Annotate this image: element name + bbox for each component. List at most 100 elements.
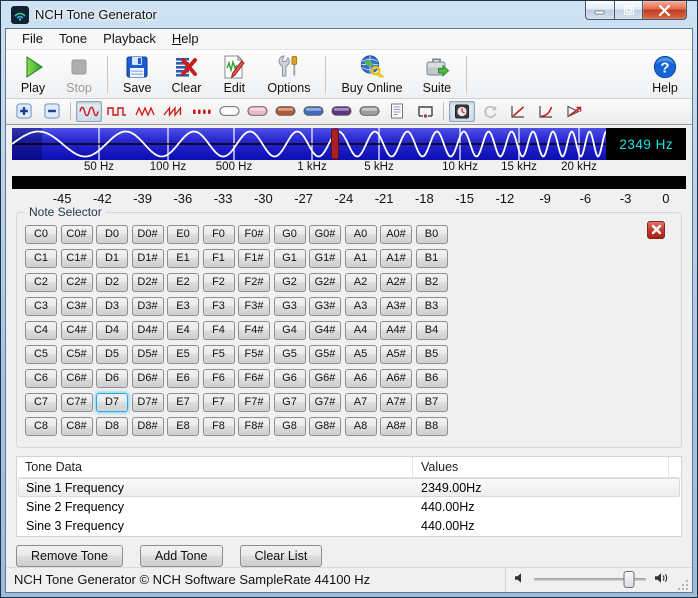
note-button-g0sharp[interactable]: G0# xyxy=(309,225,341,244)
note-button-b1[interactable]: B1 xyxy=(416,249,448,268)
note-button-c4sharp[interactable]: C4# xyxy=(61,321,93,340)
note-button-e5[interactable]: E5 xyxy=(167,345,199,364)
note-button-d0[interactable]: D0 xyxy=(96,225,128,244)
note-button-g6sharp[interactable]: G6# xyxy=(309,369,341,388)
note-button-f5[interactable]: F5 xyxy=(203,345,235,364)
note-button-g5sharp[interactable]: G5# xyxy=(309,345,341,364)
note-button-a6[interactable]: A6 xyxy=(345,369,377,388)
note-button-c0[interactable]: C0 xyxy=(25,225,57,244)
note-button-f0sharp[interactable]: F0# xyxy=(238,225,270,244)
note-button-f1[interactable]: F1 xyxy=(203,249,235,268)
note-button-c7sharp[interactable]: C7# xyxy=(61,393,93,412)
note-button-d8sharp[interactable]: D8# xyxy=(132,417,164,436)
menu-tone[interactable]: Tone xyxy=(51,29,95,48)
note-button-g4[interactable]: G4 xyxy=(274,321,306,340)
note-button-c4[interactable]: C4 xyxy=(25,321,57,340)
note-button-g0[interactable]: G0 xyxy=(274,225,306,244)
note-button-b7[interactable]: B7 xyxy=(416,393,448,412)
minimize-button[interactable] xyxy=(585,1,614,20)
note-button-f4[interactable]: F4 xyxy=(203,321,235,340)
note-button-a6sharp[interactable]: A6# xyxy=(380,369,412,388)
timer-button[interactable] xyxy=(449,101,475,122)
speaker-loud-icon[interactable] xyxy=(654,571,670,589)
note-button-f8sharp[interactable]: F8# xyxy=(238,417,270,436)
note-button-e4[interactable]: E4 xyxy=(167,321,199,340)
note-button-e7[interactable]: E7 xyxy=(167,393,199,412)
note-button-e0[interactable]: E0 xyxy=(167,225,199,244)
options-button[interactable]: Options xyxy=(257,52,320,97)
swatch-purple-button[interactable] xyxy=(328,101,354,122)
note-button-b2[interactable]: B2 xyxy=(416,273,448,292)
menu-file[interactable]: File xyxy=(14,29,51,48)
note-selector-close-button[interactable] xyxy=(647,221,665,239)
note-button-f3[interactable]: F3 xyxy=(203,297,235,316)
note-button-c3sharp[interactable]: C3# xyxy=(61,297,93,316)
note-button-g8[interactable]: G8 xyxy=(274,417,306,436)
edit-button[interactable]: Edit xyxy=(211,52,257,97)
note-button-d2[interactable]: D2 xyxy=(96,273,128,292)
note-button-a0[interactable]: A0 xyxy=(345,225,377,244)
note-button-d3sharp[interactable]: D3# xyxy=(132,297,164,316)
note-button-d5sharp[interactable]: D5# xyxy=(132,345,164,364)
note-button-f2sharp[interactable]: F2# xyxy=(238,273,270,292)
note-button-e6[interactable]: E6 xyxy=(167,369,199,388)
note-button-a2sharp[interactable]: A2# xyxy=(380,273,412,292)
note-button-c6[interactable]: C6 xyxy=(25,369,57,388)
note-button-f1sharp[interactable]: F1# xyxy=(238,249,270,268)
note-button-f3sharp[interactable]: F3# xyxy=(238,297,270,316)
add-tone-button[interactable]: Add Tone xyxy=(140,545,223,567)
note-button-c2sharp[interactable]: C2# xyxy=(61,273,93,292)
note-button-c2[interactable]: C2 xyxy=(25,273,57,292)
note-button-f6sharp[interactable]: F6# xyxy=(238,369,270,388)
note-button-d1[interactable]: D1 xyxy=(96,249,128,268)
note-button-b8[interactable]: B8 xyxy=(416,417,448,436)
note-button-b0[interactable]: B0 xyxy=(416,225,448,244)
note-button-d6sharp[interactable]: D6# xyxy=(132,369,164,388)
note-button-a8[interactable]: A8 xyxy=(345,417,377,436)
note-button-b6[interactable]: B6 xyxy=(416,369,448,388)
stop-button[interactable]: Stop xyxy=(56,52,102,97)
note-button-e3[interactable]: E3 xyxy=(167,297,199,316)
note-button-e1[interactable]: E1 xyxy=(167,249,199,268)
clear-button[interactable]: Clear xyxy=(162,52,212,97)
note-button-c8[interactable]: C8 xyxy=(25,417,57,436)
volume-slider-thumb[interactable] xyxy=(624,571,635,588)
note-button-d7sharp[interactable]: D7# xyxy=(132,393,164,412)
note-button-g1sharp[interactable]: G1# xyxy=(309,249,341,268)
note-button-b5[interactable]: B5 xyxy=(416,345,448,364)
note-button-g7[interactable]: G7 xyxy=(274,393,306,412)
note-button-e8[interactable]: E8 xyxy=(167,417,199,436)
remove-tone-button[interactable]: Remove Tone xyxy=(16,545,123,567)
note-button-c1sharp[interactable]: C1# xyxy=(61,249,93,268)
note-button-f0[interactable]: F0 xyxy=(203,225,235,244)
note-button-f8[interactable]: F8 xyxy=(203,417,235,436)
note-button-g3sharp[interactable]: G3# xyxy=(309,297,341,316)
play-button[interactable]: Play xyxy=(10,52,56,97)
note-button-d4sharp[interactable]: D4# xyxy=(132,321,164,340)
note-button-a2[interactable]: A2 xyxy=(345,273,377,292)
clear-list-button[interactable]: Clear List xyxy=(240,545,323,567)
note-button-g4sharp[interactable]: G4# xyxy=(309,321,341,340)
note-button-c6sharp[interactable]: C6# xyxy=(61,369,93,388)
square-wave-button[interactable] xyxy=(104,101,130,122)
volume-slider[interactable] xyxy=(534,578,646,581)
note-button-a0sharp[interactable]: A0# xyxy=(380,225,412,244)
note-button-d5[interactable]: D5 xyxy=(96,345,128,364)
sine-wave-button[interactable] xyxy=(76,101,102,122)
menu-help[interactable]: Help xyxy=(164,29,207,48)
note-button-g7sharp[interactable]: G7# xyxy=(309,393,341,412)
note-button-a7sharp[interactable]: A7# xyxy=(380,393,412,412)
note-button-f2[interactable]: F2 xyxy=(203,273,235,292)
triangle-wave-button[interactable] xyxy=(132,101,158,122)
note-button-a1[interactable]: A1 xyxy=(345,249,377,268)
note-button-g8sharp[interactable]: G8# xyxy=(309,417,341,436)
note-button-a7[interactable]: A7 xyxy=(345,393,377,412)
marquee-button[interactable] xyxy=(412,101,438,122)
note-button-c7[interactable]: C7 xyxy=(25,393,57,412)
swatch-gray-button[interactable] xyxy=(356,101,382,122)
zoom-in-button[interactable] xyxy=(11,101,37,122)
note-button-c5[interactable]: C5 xyxy=(25,345,57,364)
notes-doc-button[interactable] xyxy=(384,101,410,122)
note-button-d3[interactable]: D3 xyxy=(96,297,128,316)
note-button-c5sharp[interactable]: C5# xyxy=(61,345,93,364)
